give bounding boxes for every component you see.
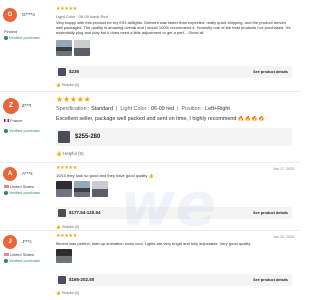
- review-attributes: Specification : Standard | Light Color :…: [56, 106, 230, 112]
- reviewer-name: G****o: [22, 12, 36, 17]
- see-product-details-link[interactable]: See product details: [253, 70, 288, 74]
- review-text: Very happy with this product for my E93 …: [56, 20, 291, 35]
- avatar: Z: [3, 98, 19, 114]
- verified-badge: Verified purchase: [4, 190, 40, 195]
- divider: [0, 230, 300, 231]
- reviewer-name: J***c: [22, 239, 32, 244]
- product-price: $255-280: [75, 133, 101, 140]
- star-rating: ★★★★★: [56, 233, 77, 239]
- product-thumbnail: [58, 131, 70, 143]
- divider: [0, 162, 300, 163]
- show-all-link[interactable]: Show all: [188, 30, 203, 35]
- review-date: Jan 20, 2025: [273, 235, 294, 239]
- reviewer-name: Z***t: [22, 103, 32, 108]
- review-photo[interactable]: [74, 40, 90, 56]
- check-icon: [4, 190, 8, 195]
- divider: [0, 91, 300, 92]
- reviewer-country: United States: [4, 184, 34, 189]
- product-strip[interactable]: $255-280: [56, 128, 292, 146]
- review-photo[interactable]: [56, 249, 72, 263]
- flag-icon: [4, 118, 9, 122]
- helpful-button[interactable]: 👍 Helpful (0): [56, 224, 79, 229]
- reviewer-country: United States: [4, 252, 34, 257]
- product-strip[interactable]: $165-202.50 See product details: [56, 274, 292, 286]
- product-strip[interactable]: $177.54-120.54 See product details: [56, 207, 292, 219]
- helpful-button[interactable]: 👍 Helpful (0): [56, 151, 84, 157]
- product-strip[interactable]: $236 See product details: [56, 66, 292, 78]
- avatar: G: [3, 8, 17, 22]
- reviewer-name: A***s: [22, 171, 33, 176]
- star-rating: ★★★★★: [56, 95, 91, 104]
- reviewer-country: France: [4, 118, 22, 123]
- product-price: $236: [69, 69, 80, 74]
- review-text: Excellent seller, package well packed an…: [56, 116, 265, 122]
- reviewer-country: Finland: [4, 29, 18, 34]
- helpful-button[interactable]: 👍 Helpful (0): [56, 290, 79, 295]
- product-thumbnail: [58, 68, 66, 76]
- review-photo[interactable]: [56, 40, 72, 56]
- helpful-button[interactable]: 👍 Helpful (0): [56, 82, 79, 87]
- review-attributes: Light Color : 06-09 black Red: [56, 14, 108, 19]
- flag-icon: [4, 184, 9, 188]
- verified-badge: Verified purchase: [4, 35, 40, 40]
- review-photo[interactable]: [56, 181, 72, 197]
- avatar: J: [3, 235, 17, 249]
- review-photo[interactable]: [74, 181, 90, 197]
- product-price: $165-202.50: [69, 277, 95, 282]
- check-icon: [4, 35, 8, 40]
- verified-badge: Verified purchase: [4, 128, 40, 133]
- verified-badge: Verified purchase: [4, 258, 40, 263]
- see-product-details-link[interactable]: See product details: [253, 278, 288, 282]
- check-icon: [4, 258, 8, 263]
- product-price: $177.54-120.54: [69, 210, 101, 215]
- product-thumbnail: [58, 209, 66, 217]
- review-text: fitment was perfect, start up animation …: [56, 241, 251, 246]
- review-text: 10/10 they look so good and they have go…: [56, 173, 154, 178]
- star-rating: ★★★★★: [56, 6, 77, 12]
- review-photo[interactable]: [92, 181, 108, 197]
- see-product-details-link[interactable]: See product details: [253, 211, 288, 215]
- review-date: Jan 17, 2025: [273, 167, 294, 171]
- star-rating: ★★★★★: [56, 165, 77, 171]
- check-icon: [4, 128, 8, 133]
- flag-icon: [4, 252, 9, 256]
- product-thumbnail: [58, 276, 66, 284]
- avatar: A: [3, 167, 17, 181]
